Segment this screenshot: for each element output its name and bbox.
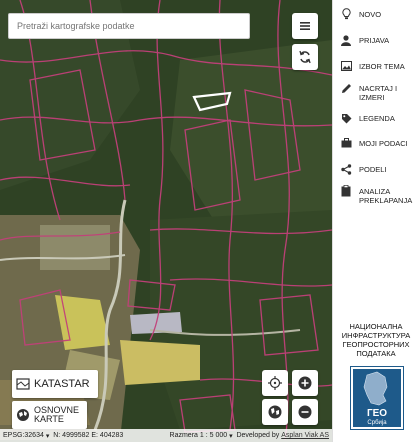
cadastre-label: KATASTAR bbox=[34, 378, 90, 390]
zoom-out-button[interactable] bbox=[292, 399, 318, 425]
crosshair-icon bbox=[268, 376, 282, 390]
coordinates: N: 4999582 E: 404283 bbox=[53, 432, 124, 439]
search-input[interactable] bbox=[17, 21, 241, 31]
menu-item-moji-podaci[interactable]: MOJI PODACI bbox=[333, 137, 408, 149]
clipboard-icon bbox=[339, 185, 353, 197]
minus-icon bbox=[298, 405, 312, 419]
briefcase-icon bbox=[339, 137, 353, 149]
pencil-icon bbox=[339, 82, 353, 94]
epsg-code[interactable]: EPSG:32634 bbox=[3, 432, 44, 439]
logo-text: ГЕО bbox=[367, 408, 387, 419]
map-icon bbox=[16, 378, 30, 390]
user-icon bbox=[339, 34, 353, 46]
status-bar: EPSG:32634 ▾ N: 4999582 E: 404283 Razmer… bbox=[0, 429, 332, 442]
locate-button[interactable] bbox=[262, 370, 288, 396]
developed-by-label: Developed by bbox=[236, 432, 280, 439]
geo-srbija-logo[interactable]: ГЕО Србија bbox=[350, 366, 404, 430]
menu-label-analiza: ANALIZA PREKLAPANJA bbox=[359, 187, 413, 205]
menu-label-prijava: PRIJAVA bbox=[359, 36, 390, 45]
hamburger-icon bbox=[300, 22, 310, 30]
plus-icon bbox=[298, 376, 312, 390]
serbia-map-icon: ГЕО Србија bbox=[363, 371, 388, 426]
menu-label-novo: NOVO bbox=[359, 10, 382, 19]
menu-item-analiza[interactable]: ANALIZA PREKLAPANJA bbox=[333, 185, 415, 205]
menu-label-moji-podaci: MOJI PODACI bbox=[359, 139, 408, 148]
menu-item-podeli[interactable]: PODELI bbox=[333, 163, 387, 175]
scale-dropdown-icon[interactable]: ▾ bbox=[227, 432, 236, 440]
menu-item-prijava[interactable]: PRIJAVA bbox=[333, 34, 389, 46]
refresh-button[interactable] bbox=[292, 44, 318, 70]
base-maps-button[interactable]: OSNOVNE KARTE bbox=[12, 401, 88, 429]
scale[interactable]: Razmera 1 : 5 000 bbox=[170, 432, 228, 439]
zoom-in-button[interactable] bbox=[292, 370, 318, 396]
menu-label-nacrtaj: NACRTAJ I IZMERI bbox=[359, 84, 398, 102]
logo-subtext: Србија bbox=[367, 420, 387, 426]
menu-button[interactable] bbox=[292, 13, 318, 39]
menu-label-izbor-tema: IZBOR TEMA bbox=[359, 62, 405, 71]
share-icon bbox=[339, 163, 353, 175]
menu-item-nacrtaj[interactable]: NACRTAJ I IZMERI bbox=[333, 82, 407, 102]
menu-item-legenda[interactable]: LEGENDA bbox=[333, 112, 395, 124]
menu-item-izbor-tema[interactable]: IZBOR TEMA bbox=[333, 60, 405, 72]
menu-label-legenda: LEGENDA bbox=[359, 114, 395, 123]
base-maps-label-2: KARTE bbox=[34, 414, 64, 424]
national-infrastructure-title: НАЦИОНАЛНА ИНФРАСТРУКТУРА ГЕОПРОСТОРНИХ … bbox=[341, 322, 411, 358]
globe-icon bbox=[17, 409, 29, 421]
refresh-icon bbox=[299, 50, 311, 64]
search-box[interactable] bbox=[8, 13, 250, 39]
map-view[interactable]: KATASTAR OSNOVNE KARTE bbox=[0, 0, 332, 442]
epsg-dropdown-icon[interactable]: ▾ bbox=[44, 432, 53, 440]
cadastre-layer-button[interactable]: KATASTAR bbox=[12, 370, 98, 398]
globe-button[interactable] bbox=[262, 399, 288, 425]
image-icon bbox=[339, 60, 353, 72]
menu-label-podeli: PODELI bbox=[359, 165, 387, 174]
menu-item-novo[interactable]: NOVO bbox=[333, 8, 381, 20]
lightbulb-icon bbox=[339, 8, 353, 20]
world-icon bbox=[268, 405, 282, 419]
developer-link[interactable]: Asplan Viak AS bbox=[281, 432, 329, 439]
tag-icon bbox=[339, 112, 353, 124]
